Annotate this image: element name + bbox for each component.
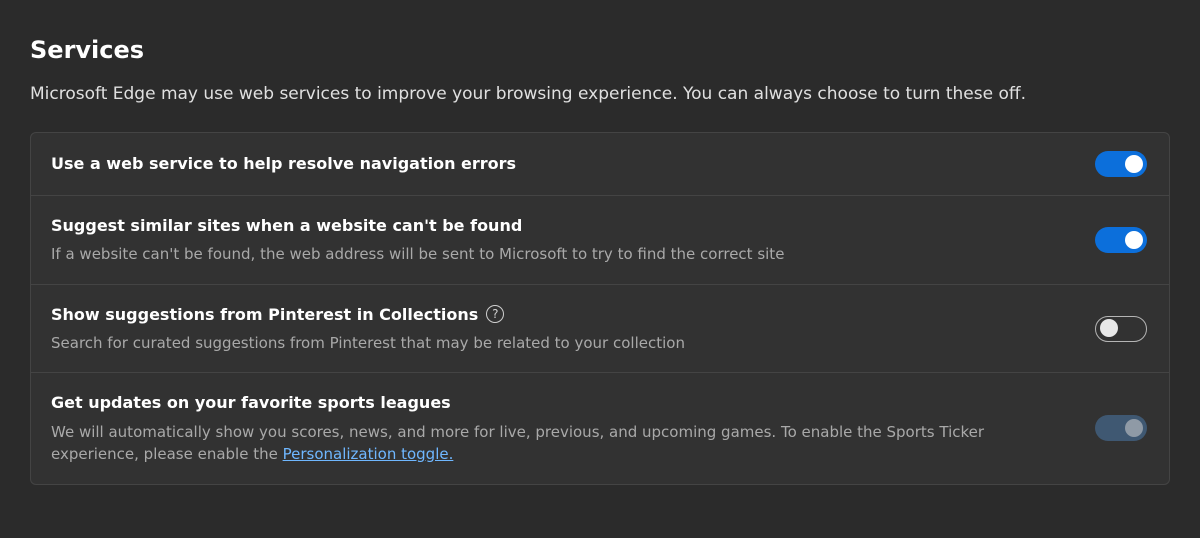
setting-pinterest-title: Show suggestions from Pinterest in Colle… [51,303,478,326]
services-description: Microsoft Edge may use web services to i… [30,84,1170,104]
setting-sports-sub-text: We will automatically show you scores, n… [51,423,984,464]
setting-similar-sites: Suggest similar sites when a website can… [31,196,1169,285]
setting-sports-title: Get updates on your favorite sports leag… [51,391,1071,414]
setting-nav-errors-toggle[interactable] [1095,151,1147,177]
setting-sports: Get updates on your favorite sports leag… [31,373,1169,483]
toggle-knob [1125,231,1143,249]
setting-nav-errors: Use a web service to help resolve naviga… [31,133,1169,196]
setting-nav-errors-title: Use a web service to help resolve naviga… [51,152,1071,175]
toggle-knob [1125,419,1143,437]
services-settings-list: Use a web service to help resolve naviga… [30,132,1170,485]
setting-pinterest: Show suggestions from Pinterest in Colle… [31,285,1169,374]
setting-similar-sites-sub: If a website can't be found, the web add… [51,243,1071,266]
toggle-knob [1100,319,1118,337]
personalization-toggle-link[interactable]: Personalization toggle. [283,445,454,463]
setting-similar-sites-title: Suggest similar sites when a website can… [51,214,1071,237]
toggle-knob [1125,155,1143,173]
setting-similar-sites-toggle[interactable] [1095,227,1147,253]
setting-pinterest-sub: Search for curated suggestions from Pint… [51,332,1071,355]
services-heading: Services [30,36,1170,64]
help-icon[interactable]: ? [486,305,504,323]
setting-pinterest-toggle[interactable] [1095,316,1147,342]
setting-sports-toggle [1095,415,1147,441]
setting-sports-sub: We will automatically show you scores, n… [51,421,1071,466]
